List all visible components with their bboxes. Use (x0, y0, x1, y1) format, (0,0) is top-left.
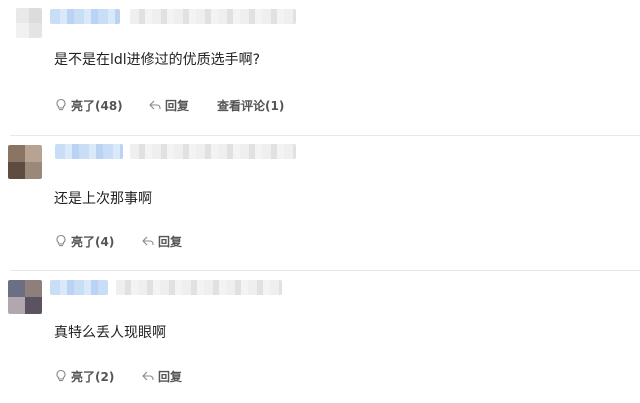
like-count-label: 亮了(4) (71, 234, 115, 249)
reply-label: 回复 (158, 234, 183, 249)
username-blurred[interactable] (55, 144, 123, 159)
comment-text: 真特么丢人现眼啊 (54, 325, 166, 341)
comment-item: 是不是在ldl进修过的优质选手啊? 亮了(48) 回复 查看评论(1) (0, 0, 640, 135)
reply-arrow-icon (142, 371, 154, 381)
bulb-icon (56, 369, 66, 382)
reply-button[interactable]: 回复 (148, 96, 189, 114)
view-replies-label: 查看评论(1) (217, 98, 285, 113)
reply-label: 回复 (158, 369, 183, 384)
timestamp-blurred (116, 280, 282, 295)
reply-arrow-icon (149, 100, 161, 110)
comment-item: 还是上次那事啊 亮了(4) 回复 (0, 136, 640, 270)
comment-item: 真特么丢人现眼啊 亮了(2) 回复 (0, 271, 640, 403)
username-blurred[interactable] (50, 280, 108, 295)
timestamp-blurred (130, 144, 296, 159)
like-count-label: 亮了(2) (71, 369, 115, 384)
comment-text: 是不是在ldl进修过的优质选手啊? (54, 52, 261, 68)
reply-arrow-icon (142, 236, 154, 246)
reply-button[interactable]: 回复 (141, 232, 182, 250)
username-blurred[interactable] (50, 9, 120, 24)
like-button[interactable]: 亮了(2) (54, 367, 114, 385)
bulb-icon (56, 98, 66, 111)
comment-text: 还是上次那事啊 (54, 191, 152, 207)
reply-label: 回复 (165, 98, 190, 113)
avatar[interactable] (8, 280, 42, 314)
view-replies-link[interactable]: 查看评论(1) (217, 96, 284, 114)
avatar[interactable] (16, 8, 42, 38)
timestamp-blurred (130, 9, 296, 24)
like-button[interactable]: 亮了(48) (54, 96, 123, 114)
like-count-label: 亮了(48) (71, 98, 123, 113)
like-button[interactable]: 亮了(4) (54, 232, 114, 250)
avatar[interactable] (8, 145, 42, 179)
bulb-icon (56, 234, 66, 247)
reply-button[interactable]: 回复 (141, 367, 182, 385)
